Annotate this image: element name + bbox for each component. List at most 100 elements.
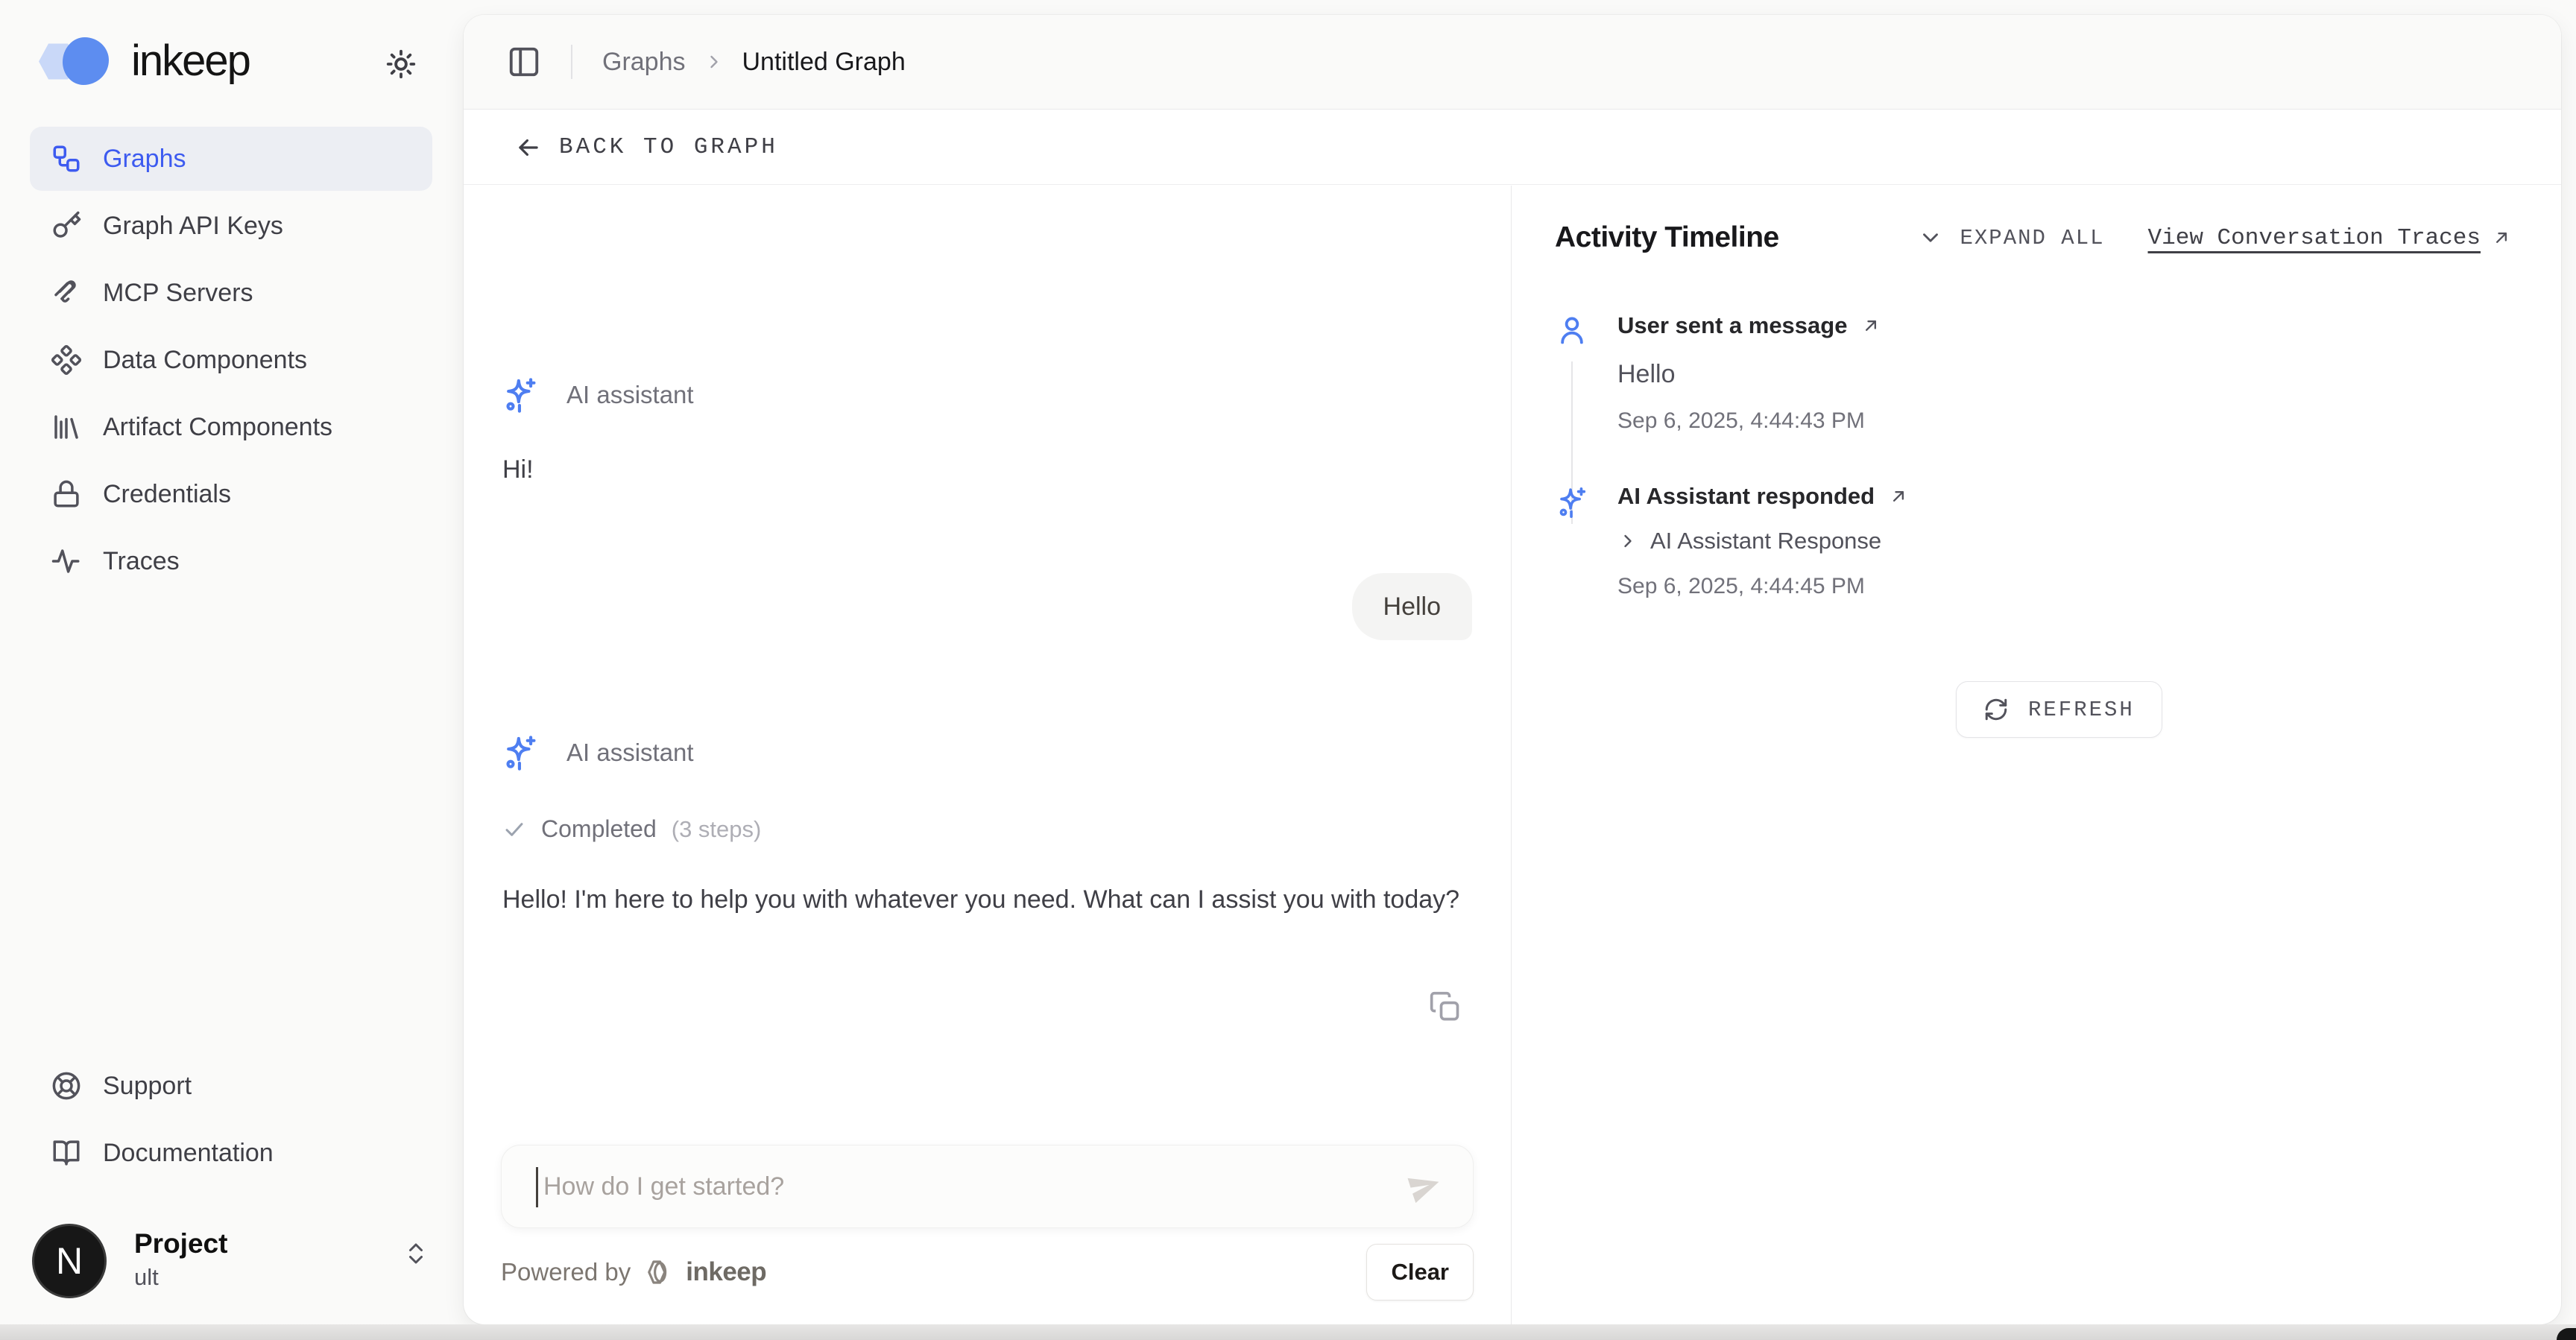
send-icon[interactable] (1406, 1168, 1443, 1205)
powered-by-brand: inkeep (686, 1257, 766, 1287)
chat-preview-pane: AI assistant Hi! Hello AI assistant Comp… (464, 186, 1512, 1324)
brand-wordmark: inkeep (131, 36, 250, 86)
breadcrumb-graphs[interactable]: Graphs (602, 48, 686, 77)
library-icon (51, 411, 82, 443)
back-to-graph-link[interactable]: BACK TO GRAPH (514, 133, 778, 162)
arrow-upright-icon (1888, 486, 1909, 507)
sidebar-item-credentials[interactable]: Credentials (30, 462, 432, 526)
page-bottom-strip (0, 1324, 2576, 1340)
chat-input-placeholder: How do I get started? (543, 1145, 784, 1227)
sidebar-toggle-icon[interactable] (507, 45, 541, 79)
timeline-event-user-message: User sent a message Hello Sep 6, 2025, 4… (1555, 312, 2531, 434)
sidebar-item-label: Documentation (103, 1139, 274, 1168)
sidebar-footer-nav: Support Documentation (30, 1054, 432, 1185)
clear-button-label: Clear (1391, 1259, 1449, 1286)
timeline-header: Activity Timeline EXPAND ALL View Conver… (1555, 221, 2512, 254)
lifebuoy-icon (51, 1070, 82, 1102)
sidebar-item-documentation[interactable]: Documentation (30, 1121, 432, 1185)
mcp-icon (51, 277, 82, 309)
chevron-right-icon (704, 51, 724, 72)
check-icon (502, 818, 526, 841)
sidebar-item-label: Data Components (103, 346, 307, 375)
sidebar-item-traces[interactable]: Traces (30, 529, 432, 593)
chevron-down-icon (1918, 225, 1943, 250)
event-title-link[interactable]: AI Assistant responded (1617, 483, 1909, 510)
arrow-upright-icon (2491, 227, 2512, 248)
assistant-label: AI assistant (566, 739, 694, 767)
copy-icon[interactable] (1429, 990, 1462, 1023)
brand-logo[interactable]: inkeep (39, 36, 250, 86)
book-icon (51, 1137, 82, 1169)
sidebar-item-label: Credentials (103, 480, 231, 509)
inkeep-logo-icon (39, 37, 121, 85)
timeline-title: Activity Timeline (1555, 221, 1779, 254)
assistant-message-header: AI assistant (501, 376, 694, 414)
assistant-label: AI assistant (566, 381, 694, 409)
sparkle-icon (501, 376, 540, 414)
assistant-message-text: Hi! (502, 455, 534, 484)
dev-badge[interactable]: N (32, 1224, 107, 1298)
activity-timeline-pane: Activity Timeline EXPAND ALL View Conver… (1512, 186, 2561, 1324)
timeline-event-assistant-response: AI Assistant responded AI Assistant Resp… (1555, 483, 2531, 599)
sidebar-item-graphs[interactable]: Graphs (30, 127, 432, 191)
toolbar: BACK TO GRAPH (464, 110, 2561, 185)
header-divider (571, 45, 572, 79)
sparkle-icon (1555, 483, 1589, 599)
page-header: Graphs Untitled Graph (464, 15, 2561, 110)
sidebar-item-data-components[interactable]: Data Components (30, 328, 432, 392)
chevron-right-icon (1617, 531, 1638, 552)
sun-icon (384, 47, 418, 81)
dev-badge-letter: N (56, 1239, 83, 1283)
chat-input[interactable]: How do I get started? (501, 1145, 1474, 1228)
event-title-link[interactable]: User sent a message (1617, 312, 1881, 339)
sidebar-item-label: Graph API Keys (103, 212, 283, 241)
sidebar-item-graph-api-keys[interactable]: Graph API Keys (30, 194, 432, 258)
user-icon (1555, 312, 1589, 434)
expand-all-label: EXPAND ALL (1960, 226, 2104, 250)
app-screen: inkeep Graphs Graph API Keys MCP Servers… (0, 0, 2576, 1340)
sidebar-item-label: Support (103, 1072, 192, 1101)
sidebar-item-mcp-servers[interactable]: MCP Servers (30, 261, 432, 325)
event-detail-toggle[interactable]: AI Assistant Response (1617, 528, 1909, 554)
refresh-icon (1983, 697, 2009, 722)
sidebar-nav: Graphs Graph API Keys MCP Servers Data C… (30, 127, 432, 593)
assistant-message-header: AI assistant (501, 733, 694, 772)
text-caret (536, 1167, 538, 1207)
assistant-message-text: Hello! I'm here to help you with whateve… (502, 880, 1480, 920)
arrow-left-icon (514, 133, 543, 162)
expand-all-button[interactable]: EXPAND ALL (1918, 225, 2104, 250)
key-icon (51, 210, 82, 241)
sidebar: inkeep Graphs Graph API Keys MCP Servers… (0, 0, 462, 1324)
sidebar-item-artifact-components[interactable]: Artifact Components (30, 395, 432, 459)
theme-toggle-button[interactable] (380, 43, 422, 85)
view-conversation-traces-link[interactable]: View Conversation Traces (2148, 225, 2512, 251)
sidebar-item-support[interactable]: Support (30, 1054, 432, 1118)
event-timestamp: Sep 6, 2025, 4:44:43 PM (1617, 408, 1881, 434)
back-to-graph-label: BACK TO GRAPH (559, 134, 778, 160)
refresh-button-label: REFRESH (2028, 698, 2135, 722)
content-area: AI assistant Hi! Hello AI assistant Comp… (464, 186, 2561, 1324)
event-body: Hello (1617, 360, 1881, 389)
sparkle-icon (501, 733, 540, 772)
sidebar-item-label: MCP Servers (103, 279, 253, 308)
activity-icon (51, 546, 82, 577)
main-panel: Graphs Untitled Graph BACK TO GRAPH AI a… (464, 15, 2561, 1324)
status-completed-label: Completed (541, 815, 657, 843)
powered-by-label: Powered by (501, 1258, 631, 1286)
refresh-button[interactable]: REFRESH (1956, 681, 2162, 738)
event-title: AI Assistant responded (1617, 483, 1875, 510)
clear-button[interactable]: Clear (1366, 1244, 1474, 1301)
run-status[interactable]: Completed (3 steps) (502, 815, 761, 843)
project-selector[interactable]: Project ult N (30, 1222, 432, 1313)
powered-by[interactable]: Powered by inkeep (501, 1257, 766, 1288)
event-timestamp: Sep 6, 2025, 4:44:45 PM (1617, 574, 1909, 599)
inkeep-mark-icon (643, 1257, 674, 1288)
event-title: User sent a message (1617, 312, 1847, 339)
sidebar-item-label: Artifact Components (103, 413, 332, 442)
sidebar-item-label: Traces (103, 547, 180, 576)
arrow-upright-icon (1860, 315, 1881, 336)
project-subtitle: ult (134, 1264, 159, 1291)
status-steps-label: (3 steps) (672, 816, 762, 843)
sidebar-item-label: Graphs (103, 145, 186, 174)
workflow-icon (51, 143, 82, 174)
